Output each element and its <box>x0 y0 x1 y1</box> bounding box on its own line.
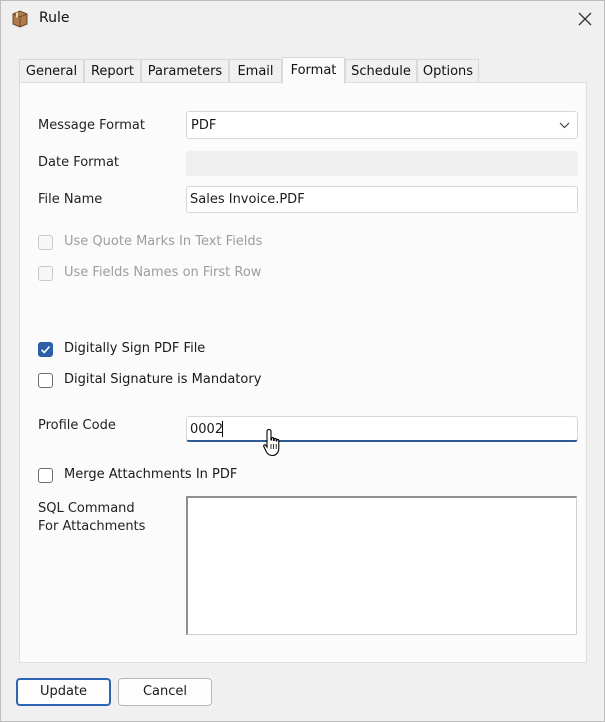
signature-mandatory-label: Digital Signature is Mandatory <box>64 372 262 387</box>
tab-email[interactable]: Email <box>229 59 282 82</box>
use-field-names-checkbox[interactable]: Use Fields Names on First Row <box>38 265 288 283</box>
text-caret <box>222 421 223 437</box>
file-name-field[interactable]: Sales Invoice.PDF <box>186 186 578 213</box>
tab-options[interactable]: Options <box>417 59 479 82</box>
sql-command-label: SQL Command <box>38 501 135 516</box>
tab-report[interactable]: Report <box>84 59 141 82</box>
use-quote-marks-checkbox[interactable]: Use Quote Marks In Text Fields <box>38 234 288 252</box>
rule-dialog: Rule General Report Parameters Email For… <box>0 0 605 722</box>
cancel-button[interactable]: Cancel <box>118 678 212 706</box>
format-panel: Message Format PDF Date Format File Name… <box>19 82 587 663</box>
profile-code-field[interactable]: 0002 <box>186 416 578 442</box>
window-title: Rule <box>39 10 70 26</box>
chevron-down-icon <box>559 122 570 129</box>
sql-command-textarea[interactable] <box>186 496 577 635</box>
file-name-label: File Name <box>38 192 103 207</box>
checkbox-box <box>38 266 53 281</box>
tab-schedule[interactable]: Schedule <box>345 59 417 82</box>
merge-attachments-checkbox[interactable]: Merge Attachments In PDF <box>38 467 258 485</box>
date-format-label: Date Format <box>38 155 120 170</box>
message-format-select[interactable]: PDF <box>186 111 578 139</box>
tab-parameters[interactable]: Parameters <box>141 59 229 82</box>
tab-strip: General Report Parameters Email Format S… <box>1 57 604 84</box>
checkbox-box <box>38 468 53 483</box>
digitally-sign-checkbox[interactable]: Digitally Sign PDF File <box>38 341 238 359</box>
digitally-sign-label: Digitally Sign PDF File <box>64 341 206 356</box>
tab-format[interactable]: Format <box>282 57 345 84</box>
profile-code-value: 0002 <box>190 422 224 437</box>
use-field-names-label: Use Fields Names on First Row <box>64 265 262 280</box>
message-format-value: PDF <box>191 118 217 133</box>
date-format-field[interactable] <box>186 151 578 176</box>
hand-pointer-icon <box>263 428 280 457</box>
checkbox-box <box>38 373 53 388</box>
signature-mandatory-checkbox[interactable]: Digital Signature is Mandatory <box>38 372 278 390</box>
tab-general[interactable]: General <box>19 59 84 82</box>
merge-attachments-label: Merge Attachments In PDF <box>64 467 238 482</box>
box-app-icon <box>12 10 28 28</box>
title-bar: Rule <box>1 1 604 37</box>
profile-code-label: Profile Code <box>38 418 116 433</box>
use-quote-marks-label: Use Quote Marks In Text Fields <box>64 234 263 249</box>
checkbox-box <box>38 342 53 357</box>
sql-command-label-line2: For Attachments <box>38 519 146 534</box>
message-format-label: Message Format <box>38 118 145 133</box>
update-button[interactable]: Update <box>16 678 111 706</box>
checkbox-box <box>38 235 53 250</box>
file-name-value: Sales Invoice.PDF <box>190 192 305 207</box>
close-button[interactable] <box>567 3 603 35</box>
close-icon <box>578 12 592 26</box>
checkmark-icon <box>40 345 51 354</box>
